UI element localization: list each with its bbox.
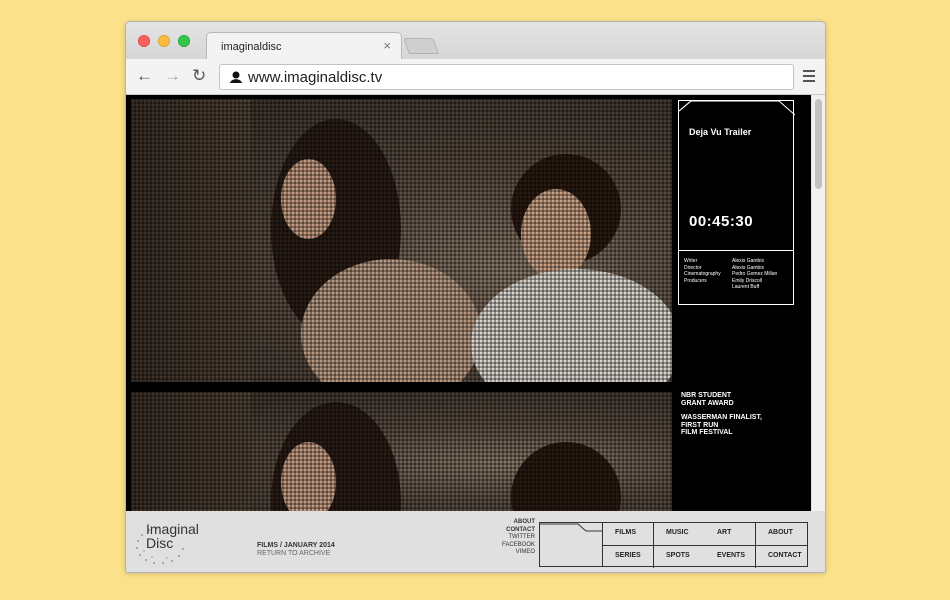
url-text: www.imaginaldisc.tv [248,69,383,86]
hamburger-menu-icon[interactable] [803,70,815,85]
film-credits: Writer Alexis Gambis Director Alexis Gambi… [684,258,792,291]
back-arrow-icon[interactable]: ← [136,66,153,86]
page-content: Deja Vu Trailer 00:45:30 Writer Alexis Ga… [126,95,811,511]
return-to-archive-link[interactable]: RETURN TO ARCHIVE [257,550,330,557]
close-window-button[interactable] [138,35,150,47]
nav-item-series[interactable]: SERIES [603,546,654,568]
close-tab-icon[interactable]: × [383,38,391,53]
footer-links: ABOUT CONTACT TWITTER FACEBOOK VIMEO [486,519,535,557]
film-timecode: 00:45:30 [689,213,754,230]
nav-item-music[interactable]: MUSIC [654,523,705,545]
scrollbar-thumb[interactable] [815,99,822,189]
film-info-panel: Deja Vu Trailer 00:45:30 Writer Alexis Ga… [678,100,795,305]
nav-item-spots[interactable]: SPOTS [654,546,705,568]
vertical-scrollbar[interactable] [811,95,825,511]
address-bar[interactable]: www.imaginaldisc.tv [219,64,794,90]
nav-item-art[interactable]: ART [705,523,756,545]
nav-corner-graphic [540,523,603,566]
footer-link-vimeo[interactable]: VIMEO [486,549,535,557]
footer-link-twitter[interactable]: TWITTER [486,534,535,542]
new-tab-button[interactable] [403,38,439,54]
site-logo[interactable]: Imaginal Disc [146,522,199,550]
footer-link-contact[interactable]: CONTACT [486,527,535,535]
footer-link-facebook[interactable]: FACEBOOK [486,542,535,550]
nav-item-about[interactable]: ABOUT [756,523,807,545]
video-player[interactable] [131,99,672,382]
tab-title: imaginaldisc [221,41,282,53]
footer-link-about[interactable]: ABOUT [486,519,535,527]
nav-item-events[interactable]: EVENTS [705,546,756,568]
awards-list: NBR STUDENT GRANT AWARD WASSERMAN FINALI… [681,392,801,444]
page-viewport: Deja Vu Trailer 00:45:30 Writer Alexis Ga… [126,95,825,572]
nav-item-contact[interactable]: CONTACT [756,546,807,568]
tab-bar: imaginaldisc × [126,22,825,60]
award-item: NBR STUDENT GRANT AWARD [681,392,734,407]
tab-imaginaldisc[interactable]: imaginaldisc × [206,32,402,60]
breadcrumb: FILMS / JANUARY 2014 [257,542,335,549]
site-footer: Imaginal Disc FILMS / JANUARY 2014 RETUR… [126,511,825,572]
minimize-window-button[interactable] [158,35,170,47]
nav-item-films[interactable]: FILMS [603,523,654,545]
main-nav: FILMS MUSIC ART ABOUT SERIES SPOTS EVENT… [539,522,808,568]
award-item: WASSERMAN FINALIST, FIRST RUN FILM FESTI… [681,414,762,436]
video-thumbnail[interactable] [131,392,672,511]
film-title: Deja Vu Trailer [689,127,752,137]
reload-icon[interactable]: ↻ [192,66,206,86]
browser-toolbar: ← → ↻ www.imaginaldisc.tv [126,59,825,95]
site-favicon-icon [230,71,242,83]
forward-arrow-icon[interactable]: → [164,66,181,86]
credit-row: Laurent Buff [732,284,760,290]
zoom-window-button[interactable] [178,35,190,47]
browser-window: imaginaldisc × ← → ↻ www.imaginaldisc.tv [125,21,826,573]
panel-divider [679,250,793,251]
